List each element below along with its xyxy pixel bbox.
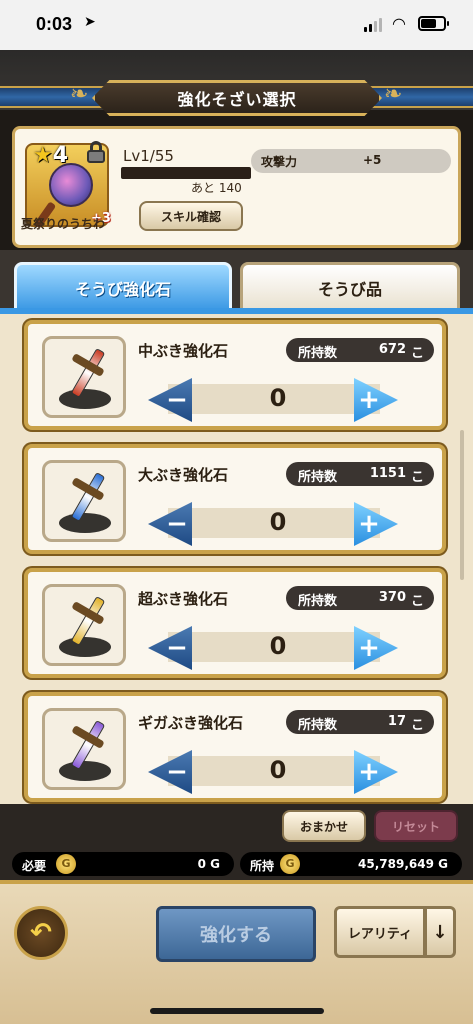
battery-icon [418,16,449,31]
status-bar: 0:03 ➤ ◠ [0,0,473,50]
home-indicator [150,1008,324,1014]
quantity-value: 0 [269,384,287,412]
sort-direction-icon[interactable]: ↓ [424,906,456,958]
status-time: 0:03 [36,14,73,34]
gold-coin-icon: G [56,854,76,874]
page-title: 強化そざい選択 [177,90,297,109]
gold-coin-icon: G [280,854,300,874]
material-name: 超ぶき強化石 [138,590,229,608]
list-item: ギガぶき強化石 所持数 17 こ − 0 + [24,692,446,802]
xp-remaining: あと 140 [191,181,242,195]
sword-stone-icon[interactable] [42,460,126,542]
list-item: 中ぶき強化石 所持数 672 こ − 0 + [24,320,446,430]
enhance-button[interactable]: 強化する [156,906,316,962]
stat-bar: 攻撃力 +5 [251,149,451,173]
item-panel: ★4 +3 夏祭りのうちわ Lv1/55 あと 140 スキル確認 攻撃力 +5 [12,126,461,248]
sword-stone-icon[interactable] [42,336,126,418]
title-banner: 強化そざい選択 [92,80,382,116]
quantity-value: 0 [269,632,287,660]
tab-equipment-stones[interactable]: そうび強化石 [14,262,232,310]
sword-stone-icon[interactable] [42,708,126,790]
tab-equipment-items[interactable]: そうび品 [240,262,460,310]
item-level: Lv1/55 [123,147,174,165]
owned-count-badge: 所持数 17 こ [286,710,434,734]
quantity-stepper: − 0 + [148,626,398,670]
material-name: 大ぶき強化石 [138,466,229,484]
owned-count-badge: 所持数 672 こ [286,338,434,362]
quantity-stepper: − 0 + [148,502,398,546]
reset-button[interactable]: リセット [374,810,458,842]
fan-icon [49,163,93,207]
skill-check-button[interactable]: スキル確認 [139,201,243,231]
scrollbar[interactable] [460,430,464,580]
quantity-value: 0 [269,508,287,536]
lock-icon [85,141,107,163]
list-item: 超ぶき強化石 所持数 370 こ − 0 + [24,568,446,678]
rarity-star-badge: ★4 [33,143,69,168]
back-icon[interactable]: ↶ [14,906,68,960]
wifi-icon: ◠ [392,14,406,33]
material-name: ギガぶき強化石 [138,714,244,732]
stat-value: +5 [363,153,382,167]
auto-select-button[interactable]: おまかせ [282,810,366,842]
ornament-right-icon: ❧ [384,82,403,107]
location-arrow-icon: ➤ [84,14,96,30]
signal-icon [364,18,384,32]
quantity-stepper: − 0 + [148,750,398,794]
required-gold: 必要 G 0 G [12,852,234,876]
rarity-sort-button[interactable]: レアリティ [334,906,426,958]
item-name: 夏祭りのうちわ [21,217,106,231]
xp-bar [121,167,251,179]
quantity-stepper: − 0 + [148,378,398,422]
owned-count-badge: 所持数 1151 こ [286,462,434,486]
owned-count-badge: 所持数 370 こ [286,586,434,610]
list-item: 大ぶき強化石 所持数 1151 こ − 0 + [24,444,446,554]
sword-stone-icon[interactable] [42,584,126,666]
owned-gold: 所持 G 45,789,649 G [240,852,462,876]
ornament-left-icon: ❧ [70,82,89,107]
material-name: 中ぶき強化石 [138,342,229,360]
quantity-value: 0 [269,756,287,784]
stat-label: 攻撃力 [261,155,298,169]
